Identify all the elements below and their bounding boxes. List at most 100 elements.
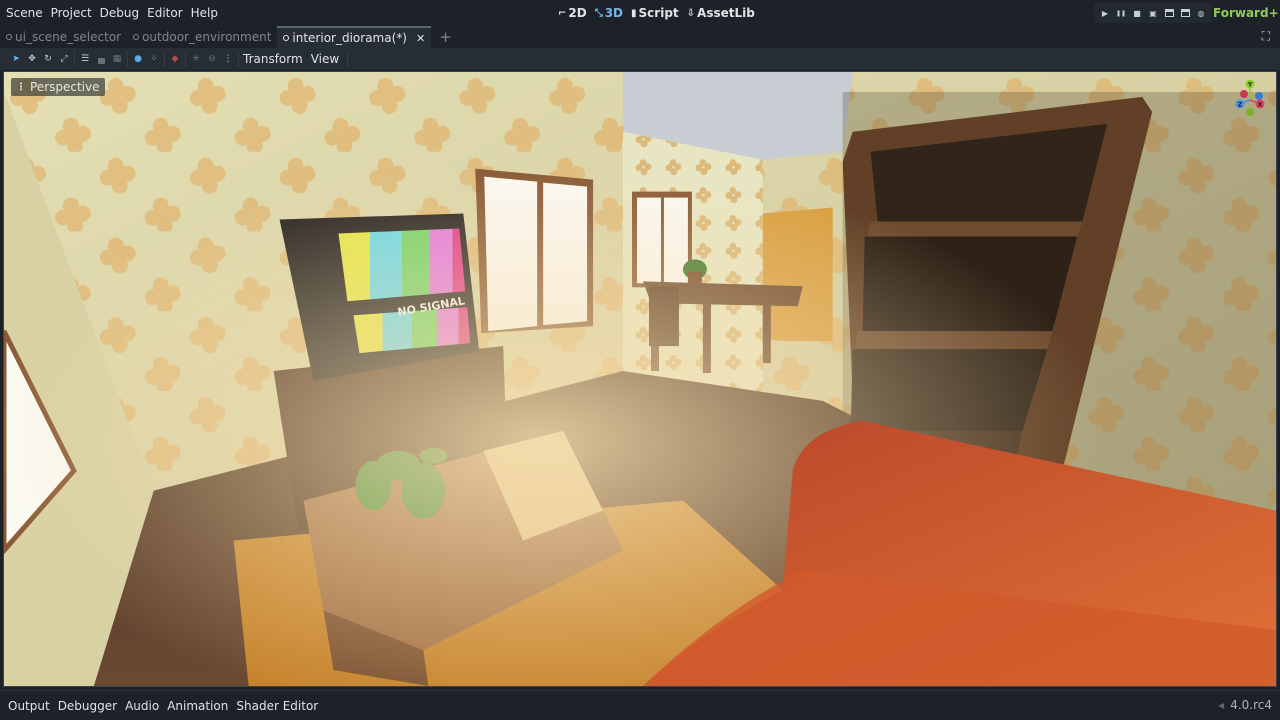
more-options-tool[interactable]: ⋮ [222, 52, 234, 66]
workspace-assetlib-button[interactable]: ⇩ AssetLib [687, 6, 755, 20]
view-menu[interactable]: View [307, 52, 343, 66]
workspace-assetlib-label: AssetLib [697, 6, 755, 20]
workspace-2d-button[interactable]: ⌐ 2D [558, 6, 587, 20]
environment-icon: ⊖ [208, 54, 216, 64]
workspace-3d-button[interactable]: ⤡ 3D [595, 6, 623, 20]
main-menu: Scene Project Debug Editor Help [0, 6, 226, 20]
scene-tab-interior-diorama[interactable]: interior_diorama(*) ✕ [277, 26, 432, 48]
camera-group: ◆ [165, 51, 186, 67]
snap-icon: ⁘ [150, 54, 158, 64]
script-icon: ▮ [631, 7, 637, 19]
clapper-icon [1164, 9, 1174, 17]
rotate-tool[interactable]: ↻ [42, 52, 54, 66]
environment-preview-tool[interactable]: ⊖ [206, 52, 218, 66]
scene-tab-label: ui_scene_selector [15, 30, 122, 44]
play-custom-scene-button[interactable] [1178, 6, 1192, 20]
bottom-tab-animation[interactable]: Animation [167, 699, 228, 713]
version-info: ◀ 4.0.rc4 [1218, 698, 1272, 712]
scene-tab-outdoor-environment[interactable]: outdoor_environment [127, 26, 278, 48]
bottom-tab-shader-editor[interactable]: Shader Editor [236, 699, 318, 713]
sun-preview-tool[interactable]: ✳ [190, 52, 202, 66]
lock-icon [97, 57, 105, 64]
menu-editor[interactable]: Editor [147, 6, 183, 20]
group-tool[interactable]: ▦ [111, 52, 123, 66]
orientation-gizmo[interactable]: Y Z X [1230, 78, 1270, 120]
globe-icon: ● [134, 54, 142, 64]
toolbar-divider [347, 51, 349, 67]
cursor-icon: ➤ [12, 54, 20, 64]
local-space-tool[interactable]: ● [132, 52, 144, 66]
play-scene-button[interactable] [1162, 6, 1176, 20]
gizmo-neg-y[interactable] [1246, 108, 1254, 116]
scene-tab-ui-scene-selector[interactable]: ui_scene_selector [0, 26, 128, 48]
assetlib-icon: ⇩ [686, 7, 696, 19]
update-spinner-icon: ◀ [1218, 700, 1225, 710]
workspace-3d-label: 3D [604, 6, 624, 20]
stop-button[interactable]: ■ [1130, 6, 1144, 20]
version-label: 4.0.rc4 [1230, 698, 1272, 712]
bottom-tab-debugger[interactable]: Debugger [58, 699, 117, 713]
gizmo-neg-x[interactable] [1240, 90, 1248, 98]
pause-button[interactable]: ❚❚ [1114, 6, 1128, 20]
workspace-script-button[interactable]: ▮ Script [631, 6, 679, 20]
remote-debug-icon: ▣ [1149, 8, 1157, 18]
2d-workspace-icon: ⌐ [558, 7, 567, 19]
scale-tool[interactable]: ⤢ [58, 52, 70, 66]
bottom-panel-bar: Output Debugger Audio Animation Shader E… [0, 690, 1280, 720]
group-icon: ▦ [112, 54, 122, 64]
scene-tab-bar: ui_scene_selector outdoor_environment in… [0, 26, 1280, 48]
sun-icon: ✳ [192, 54, 200, 64]
snap-tool[interactable]: ⁘ [148, 52, 160, 66]
kebab-icon: ⋮ [16, 81, 26, 93]
3d-viewport[interactable]: NO SIGNAL ⋮ Perspective [3, 71, 1277, 687]
selection-tools-group: ☰ ▦ [75, 51, 128, 67]
remote-debug-button[interactable]: ▣ [1146, 6, 1160, 20]
move-tool[interactable]: ✥ [26, 52, 38, 66]
add-scene-tab-button[interactable]: + [439, 26, 452, 48]
scale-icon: ⤢ [60, 54, 68, 64]
transform-tools-group: ➤ ✥ ↻ ⤢ [6, 51, 75, 67]
list-select-tool[interactable]: ☰ [79, 52, 91, 66]
kebab-icon: ⋮ [223, 54, 233, 64]
menu-debug[interactable]: Debug [100, 6, 139, 20]
3d-workspace-icon: ⤡ [594, 7, 603, 19]
perspective-menu-button[interactable]: ⋮ Perspective [11, 78, 105, 96]
space-snap-group: ● ⁘ [128, 51, 165, 67]
bottom-tab-output[interactable]: Output [8, 699, 50, 713]
gizmo-neg-z[interactable] [1255, 92, 1263, 100]
camera-icon: ◆ [171, 54, 179, 64]
camera-preview-tool[interactable]: ◆ [169, 52, 181, 66]
play-project-button[interactable]: ▶ [1098, 6, 1112, 20]
move-icon: ✥ [28, 54, 36, 64]
workspace-2d-label: 2D [568, 6, 587, 20]
menu-help[interactable]: Help [191, 6, 218, 20]
stop-icon: ■ [1133, 8, 1141, 18]
distraction-free-icon[interactable]: ⛶ [1262, 29, 1270, 44]
scene-tab-dot-icon [133, 34, 140, 40]
bottom-tab-audio[interactable]: Audio [125, 699, 159, 713]
scene-tab-label: interior_diorama(*) [292, 31, 407, 45]
pause-icon: ❚❚ [1115, 9, 1127, 17]
transform-menu[interactable]: Transform [239, 52, 307, 66]
renderer-label: Forward+ [1213, 6, 1279, 20]
rotate-icon: ↻ [44, 54, 52, 64]
scene-render: NO SIGNAL [4, 72, 1276, 686]
movie-maker-icon: ◍ [1197, 8, 1205, 18]
clapper-custom-icon [1180, 9, 1190, 17]
movie-maker-button[interactable]: ◍ [1194, 6, 1208, 20]
gizmo-x-label: X [1258, 102, 1263, 109]
workspace-switcher: ⌐ 2D ⤡ 3D ▮ Script ⇩ AssetLib [558, 0, 755, 26]
gizmo-z-label: Z [1238, 102, 1243, 109]
select-tool[interactable]: ➤ [10, 52, 22, 66]
run-controls: ▶ ❚❚ ■ ▣ ◍ [1094, 3, 1212, 23]
play-icon: ▶ [1101, 8, 1109, 18]
scene-tab-dot-icon [283, 35, 290, 41]
renderer-selector[interactable]: Forward+ ⌄ [1213, 0, 1280, 26]
list-icon: ☰ [80, 54, 90, 64]
close-icon[interactable]: ✕ [416, 32, 425, 45]
scene-tab-label: outdoor_environment [142, 30, 272, 44]
lock-tool[interactable] [95, 52, 107, 66]
menu-project[interactable]: Project [51, 6, 92, 20]
preview-group: ✳ ⊖ ⋮ [186, 51, 239, 67]
menu-scene[interactable]: Scene [6, 6, 43, 20]
